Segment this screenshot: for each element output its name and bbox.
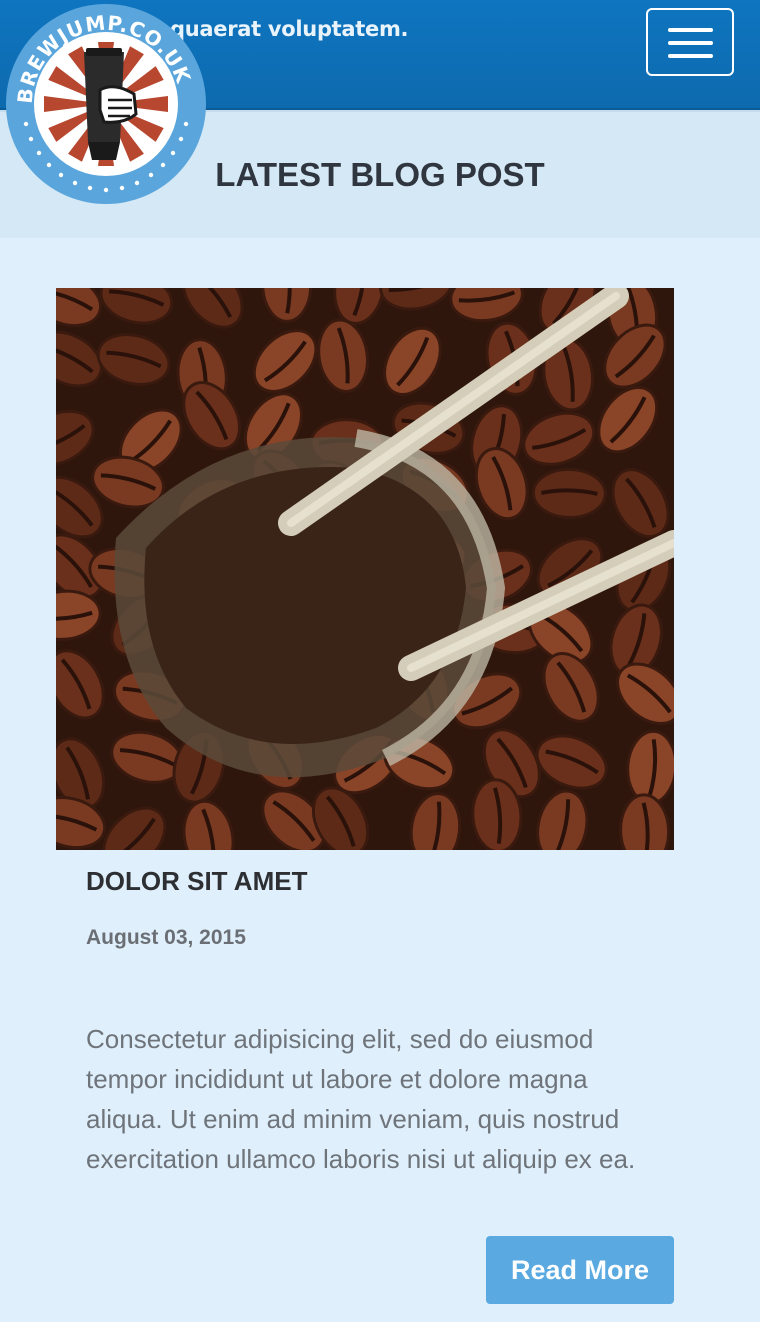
post-date: August 03, 2015 xyxy=(86,926,246,949)
post-excerpt: Consectetur adipisicing elit, sed do eiu… xyxy=(86,1024,636,1174)
coffee-beans-scoop-photo xyxy=(56,288,674,850)
post-title[interactable]: DOLOR SIT AMET xyxy=(86,866,307,897)
read-more-button[interactable]: Read More xyxy=(486,1236,674,1304)
menu-button[interactable] xyxy=(646,8,734,76)
post-image[interactable] xyxy=(56,288,674,850)
site-logo[interactable]: BREWJUMP.CO.UK xyxy=(4,2,208,206)
page: quaerat voluptatem. LATEST BLOG POST BRE… xyxy=(0,0,760,1322)
brewjump-logo-icon: BREWJUMP.CO.UK xyxy=(6,4,206,204)
